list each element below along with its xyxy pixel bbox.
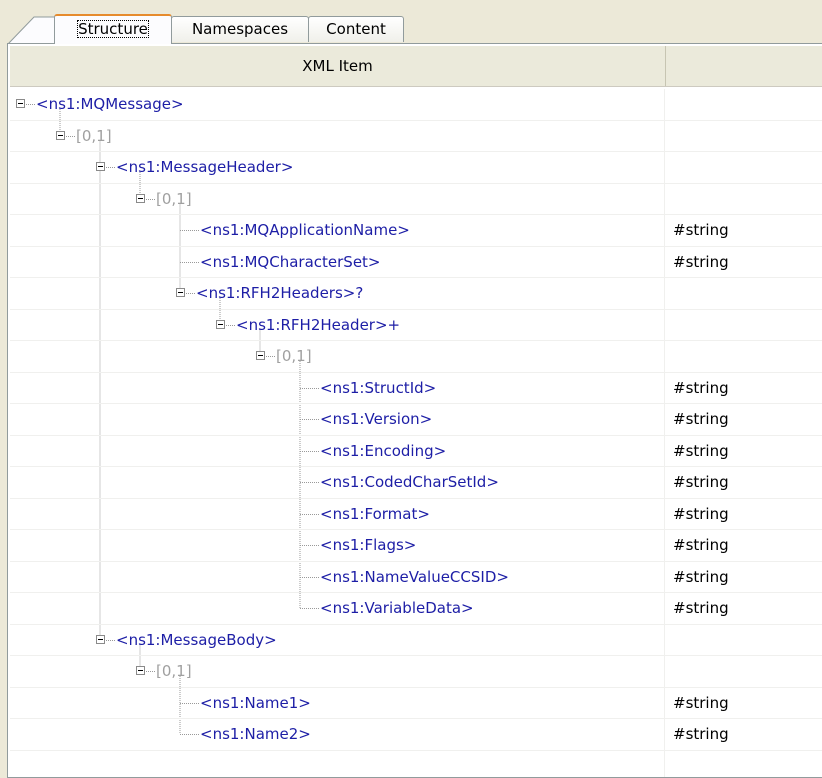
tree-row[interactable]: <ns1:MQApplicationName> #string [10, 215, 822, 247]
tree-branch-line [300, 576, 319, 578]
tree-branch-line [300, 482, 319, 483]
element-label: <ns1:MessageBody> [116, 630, 277, 649]
cardinality-label: [0,1] [156, 189, 192, 208]
tree-branch-line [300, 419, 319, 420]
element-label: <ns1:MessageHeader> [116, 158, 294, 176]
type-value: #string [673, 504, 729, 523]
table-header: XML Item [10, 46, 822, 87]
tree-row[interactable]: [0,1] [10, 121, 822, 152]
collapse-toggle-icon[interactable] [136, 666, 145, 675]
tree-row[interactable]: <ns1:StructId> #string [10, 373, 822, 404]
tree-row[interactable]: <ns1:VariableData> #string [10, 593, 822, 625]
type-value: #string [673, 567, 729, 586]
type-value: #string [673, 473, 729, 491]
type-value: #string [673, 725, 729, 743]
tab-wedge-decoration [6, 16, 59, 45]
cardinality-label: [0,1] [276, 347, 312, 365]
cardinality-label: [0,1] [156, 662, 192, 680]
tree-row[interactable]: <ns1:Flags> #string [10, 530, 822, 562]
tree-branch-line [146, 671, 155, 672]
collapse-toggle-icon[interactable] [176, 288, 185, 297]
type-value: #string [673, 252, 729, 271]
tree-row[interactable]: <ns1:MQMessage> [10, 89, 822, 121]
element-label: <ns1:RFH2Headers>? [196, 284, 364, 302]
tree-branch-line [146, 198, 155, 200]
tree-branch-line [180, 734, 199, 735]
tree-branch-line [266, 356, 275, 357]
tree-branch-line [106, 167, 115, 168]
tree-branch-line [66, 135, 75, 137]
tree-row[interactable]: <ns1:MQCharacterSet> #string [10, 247, 822, 278]
tab-content[interactable]: Content [308, 16, 404, 42]
tree-branch-line [226, 324, 235, 326]
element-label: <ns1:MQMessage> [36, 95, 184, 113]
tree-branch-line [300, 513, 319, 515]
element-label: <ns1:Name1> [200, 693, 311, 712]
tree-branch-line [300, 545, 319, 546]
tree-row[interactable]: <ns1:RFH2Headers>? [10, 278, 822, 310]
element-label: <ns1:StructId> [320, 378, 437, 397]
tree-branch-line [300, 450, 319, 452]
collapse-toggle-icon[interactable] [96, 162, 105, 171]
element-label: <ns1:Name2> [200, 725, 311, 743]
tree-branch-line [180, 230, 199, 231]
tree-branch-line [300, 608, 319, 609]
structure-panel: XML Item <ns1:MQMessage> [0,1] <ns1:Messag… [7, 43, 822, 778]
column-header-value[interactable] [666, 46, 822, 86]
tree-row[interactable]: <ns1:Name2> #string [10, 719, 822, 751]
element-label: <ns1:RFH2Header>+ [236, 315, 401, 334]
tab-structure[interactable]: Structure [54, 14, 172, 44]
tree-branch-line [180, 702, 199, 704]
collapse-toggle-icon[interactable] [56, 130, 65, 140]
tree-row[interactable]: <ns1:CodedCharSetId> #string [10, 467, 822, 499]
element-label: <ns1:MQApplicationName> [200, 221, 410, 239]
tree-branch-line [106, 639, 115, 641]
tree-row[interactable]: [0,1] [10, 341, 822, 373]
element-label: <ns1:Flags> [320, 536, 417, 554]
element-label: <ns1:Version> [320, 410, 433, 428]
type-value: #string [673, 441, 729, 460]
tree-row[interactable]: <ns1:NameValueCCSID> #string [10, 562, 822, 593]
tree-row[interactable]: <ns1:MessageHeader> [10, 152, 822, 184]
type-value: #string [673, 221, 729, 239]
element-label: <ns1:NameValueCCSID> [320, 567, 509, 586]
tree-row[interactable]: <ns1:Version> #string [10, 404, 822, 436]
collapse-toggle-icon[interactable] [96, 634, 105, 644]
tab-content-label: Content [326, 20, 386, 38]
collapse-toggle-icon[interactable] [216, 319, 225, 329]
cardinality-label: [0,1] [76, 126, 112, 145]
element-label: <ns1:CodedCharSetId> [320, 473, 499, 491]
collapse-toggle-icon[interactable] [16, 99, 25, 108]
tree-row[interactable]: [0,1] [10, 656, 822, 688]
tree-row[interactable]: <ns1:Name1> #string [10, 688, 822, 719]
tab-structure-label: Structure [77, 20, 149, 38]
tree-branch-line [300, 387, 319, 389]
tab-namespaces[interactable]: Namespaces [171, 16, 309, 42]
tree-row[interactable]: <ns1:RFH2Header>+ [10, 310, 822, 341]
element-label: <ns1:Encoding> [320, 441, 447, 460]
tab-namespaces-label: Namespaces [191, 20, 289, 38]
element-label: <ns1:VariableData> [320, 599, 474, 617]
tree-branch-line [180, 261, 199, 263]
type-value: #string [673, 536, 729, 554]
type-value: #string [673, 693, 729, 712]
type-value: #string [673, 410, 729, 428]
column-header-xml-item[interactable]: XML Item [10, 46, 666, 86]
tree-row[interactable]: <ns1:Format> #string [10, 499, 822, 530]
element-label: <ns1:Format> [320, 504, 430, 523]
tree-branch-line [26, 104, 35, 105]
tree-branch-line [186, 293, 195, 294]
tree-table: <ns1:MQMessage> [0,1] <ns1:MessageHeader>[… [10, 89, 822, 751]
type-value: #string [673, 378, 729, 397]
tree-row[interactable]: [0,1] [10, 184, 822, 215]
tree-row[interactable]: <ns1:MessageBody> [10, 625, 822, 656]
element-label: <ns1:MQCharacterSet> [200, 252, 381, 271]
collapse-toggle-icon[interactable] [256, 351, 265, 360]
collapse-toggle-icon[interactable] [136, 193, 145, 203]
type-value: #string [673, 599, 729, 617]
tree-row[interactable]: <ns1:Encoding> #string [10, 436, 822, 467]
